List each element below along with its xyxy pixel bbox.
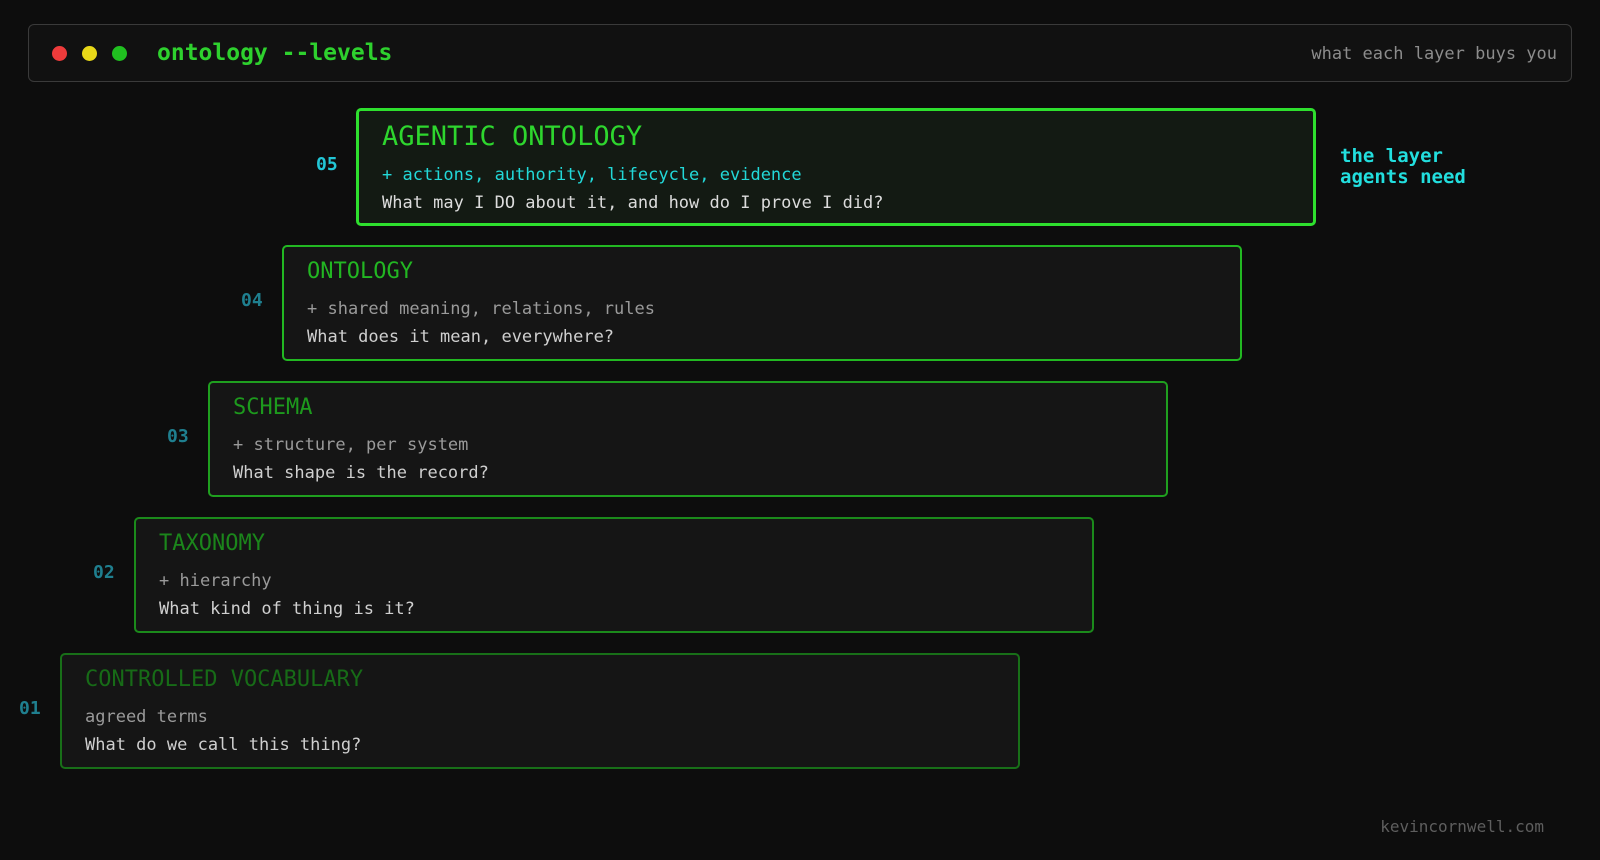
level-number-01: 01 [19,698,41,719]
level-question: What do we call this thing? [85,735,362,755]
level-title: TAXONOMY [159,531,265,556]
level-title: CONTROLLED VOCABULARY [85,667,364,692]
close-window-dot-icon[interactable] [52,46,67,61]
level-number-05: 05 [316,154,338,175]
window-title-bar: ontology --levels what each layer buys y… [28,24,1572,82]
level-title: ONTOLOGY [307,259,413,284]
level-number-02: 02 [93,562,115,583]
level-box-agentic-ontology: AGENTIC ONTOLOGY + actions, authority, l… [356,108,1316,226]
level-subtitle: + shared meaning, relations, rules [307,299,655,319]
level-number-03: 03 [167,426,189,447]
level-question: What kind of thing is it? [159,599,415,619]
level-question: What may I DO about it, and how do I pro… [382,193,884,213]
level-question: What does it mean, everywhere? [307,327,615,347]
maximize-window-dot-icon[interactable] [112,46,127,61]
level-subtitle: agreed terms [85,707,208,727]
level-subtitle: + structure, per system [233,435,469,455]
level-box-controlled-vocabulary: CONTROLLED VOCABULARY agreed terms What … [60,653,1020,769]
level-box-ontology: ONTOLOGY + shared meaning, relations, ru… [282,245,1242,361]
minimize-window-dot-icon[interactable] [82,46,97,61]
level-number-04: 04 [241,290,263,311]
window-subtitle: what each layer buys you [1311,44,1557,64]
level-box-schema: SCHEMA + structure, per system What shap… [208,381,1168,497]
footer-site-link[interactable]: kevincornwell.com [1380,817,1544,836]
level-subtitle: + actions, authority, lifecycle, evidenc… [382,165,802,185]
level-box-taxonomy: TAXONOMY + hierarchy What kind of thing … [134,517,1094,633]
side-note-agents: the layer agents need [1340,145,1466,188]
window-title: ontology --levels [157,40,393,66]
level-question: What shape is the record? [233,463,489,483]
level-subtitle: + hierarchy [159,571,272,591]
level-title: AGENTIC ONTOLOGY [382,121,643,152]
level-title: SCHEMA [233,395,313,420]
